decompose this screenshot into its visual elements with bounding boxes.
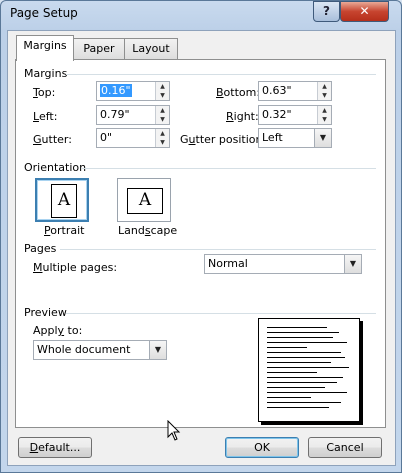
- dialog-title: Page Setup: [10, 6, 78, 20]
- right-spinner-arrows: ▲ ▼: [317, 106, 331, 124]
- spin-down-icon[interactable]: ▼: [156, 91, 169, 100]
- pages-divider: [60, 249, 376, 250]
- gutter-spinner-arrows: ▲ ▼: [155, 129, 169, 147]
- portrait-label: Portrait: [44, 224, 85, 237]
- right-margin-value[interactable]: 0.32": [262, 108, 292, 121]
- left-spinner-arrows: ▲ ▼: [155, 106, 169, 124]
- tab-layout[interactable]: Layout: [124, 38, 178, 60]
- spin-down-icon[interactable]: ▼: [318, 115, 331, 124]
- gutter-position-value: Left: [262, 131, 283, 144]
- landscape-option[interactable]: A: [117, 178, 171, 222]
- apply-to-select[interactable]: Whole document ▼: [33, 340, 167, 360]
- bottom-spinner-arrows: ▲ ▼: [317, 82, 331, 100]
- close-button[interactable]: ✕: [340, 1, 389, 22]
- gutter-value[interactable]: 0": [100, 131, 112, 144]
- landscape-page-icon: A: [127, 188, 163, 214]
- spin-down-icon[interactable]: ▼: [156, 115, 169, 124]
- tab-paper-label: Paper: [83, 42, 115, 55]
- apply-to-label: Apply to:: [33, 324, 83, 337]
- landscape-icon-letter: A: [138, 190, 152, 210]
- tab-margins-label: Margins: [23, 39, 67, 52]
- right-margin-spinner[interactable]: 0.32" ▲ ▼: [258, 105, 332, 125]
- top-margin-spinner[interactable]: 0.16" ▲ ▼: [96, 81, 170, 101]
- gutter-spinner[interactable]: 0" ▲ ▼: [96, 128, 170, 148]
- spin-down-icon[interactable]: ▼: [156, 138, 169, 147]
- top-spinner-arrows: ▲ ▼: [155, 82, 169, 100]
- chevron-down-icon[interactable]: ▼: [344, 255, 361, 273]
- spin-down-icon[interactable]: ▼: [318, 91, 331, 100]
- chevron-down-icon[interactable]: ▼: [314, 129, 331, 147]
- page-preview-thumbnail: [258, 318, 360, 422]
- preview-group-label: Preview: [24, 306, 67, 319]
- bottom-label: Bottom:: [216, 86, 261, 99]
- landscape-label: Landscape: [118, 224, 178, 237]
- tab-layout-label: Layout: [132, 42, 170, 55]
- portrait-option[interactable]: A: [35, 178, 89, 222]
- left-margin-spinner[interactable]: 0.79" ▲ ▼: [96, 105, 170, 125]
- orientation-divider: [82, 168, 376, 169]
- top-label: Top:: [33, 86, 56, 99]
- left-margin-value[interactable]: 0.79": [100, 108, 130, 121]
- mouse-cursor-icon: [167, 420, 181, 441]
- tab-paper[interactable]: Paper: [72, 38, 126, 60]
- help-button[interactable]: ?: [313, 1, 340, 22]
- multiple-pages-label: Multiple pages:: [33, 261, 118, 274]
- apply-to-value: Whole document: [37, 343, 131, 356]
- right-label: Right:: [226, 110, 259, 123]
- margins-divider: [66, 74, 376, 75]
- gutter-position-select[interactable]: Left ▼: [258, 128, 332, 148]
- ok-button[interactable]: OK: [225, 437, 299, 458]
- preview-divider: [66, 313, 376, 314]
- left-label: Left:: [33, 110, 58, 123]
- pages-group-label: Pages: [24, 242, 57, 255]
- chevron-down-icon[interactable]: ▼: [149, 341, 166, 359]
- top-margin-value[interactable]: 0.16": [100, 84, 132, 97]
- cancel-button[interactable]: Cancel: [308, 437, 382, 458]
- bottom-margin-value[interactable]: 0.63": [262, 84, 292, 97]
- default-button[interactable]: Default...: [18, 437, 92, 458]
- portrait-page-icon: A: [51, 184, 77, 218]
- margins-group-label: Margins: [24, 67, 68, 80]
- gutter-label: Gutter:: [33, 133, 72, 146]
- tab-margins[interactable]: Margins: [16, 35, 74, 61]
- gutter-position-label: Gutter position:: [180, 133, 267, 146]
- portrait-icon-letter: A: [57, 190, 71, 210]
- multiple-pages-select[interactable]: Normal ▼: [204, 254, 362, 274]
- multiple-pages-value: Normal: [208, 257, 248, 270]
- close-icon: ✕: [359, 4, 370, 18]
- bottom-margin-spinner[interactable]: 0.63" ▲ ▼: [258, 81, 332, 101]
- orientation-group-label: Orientation: [24, 161, 87, 174]
